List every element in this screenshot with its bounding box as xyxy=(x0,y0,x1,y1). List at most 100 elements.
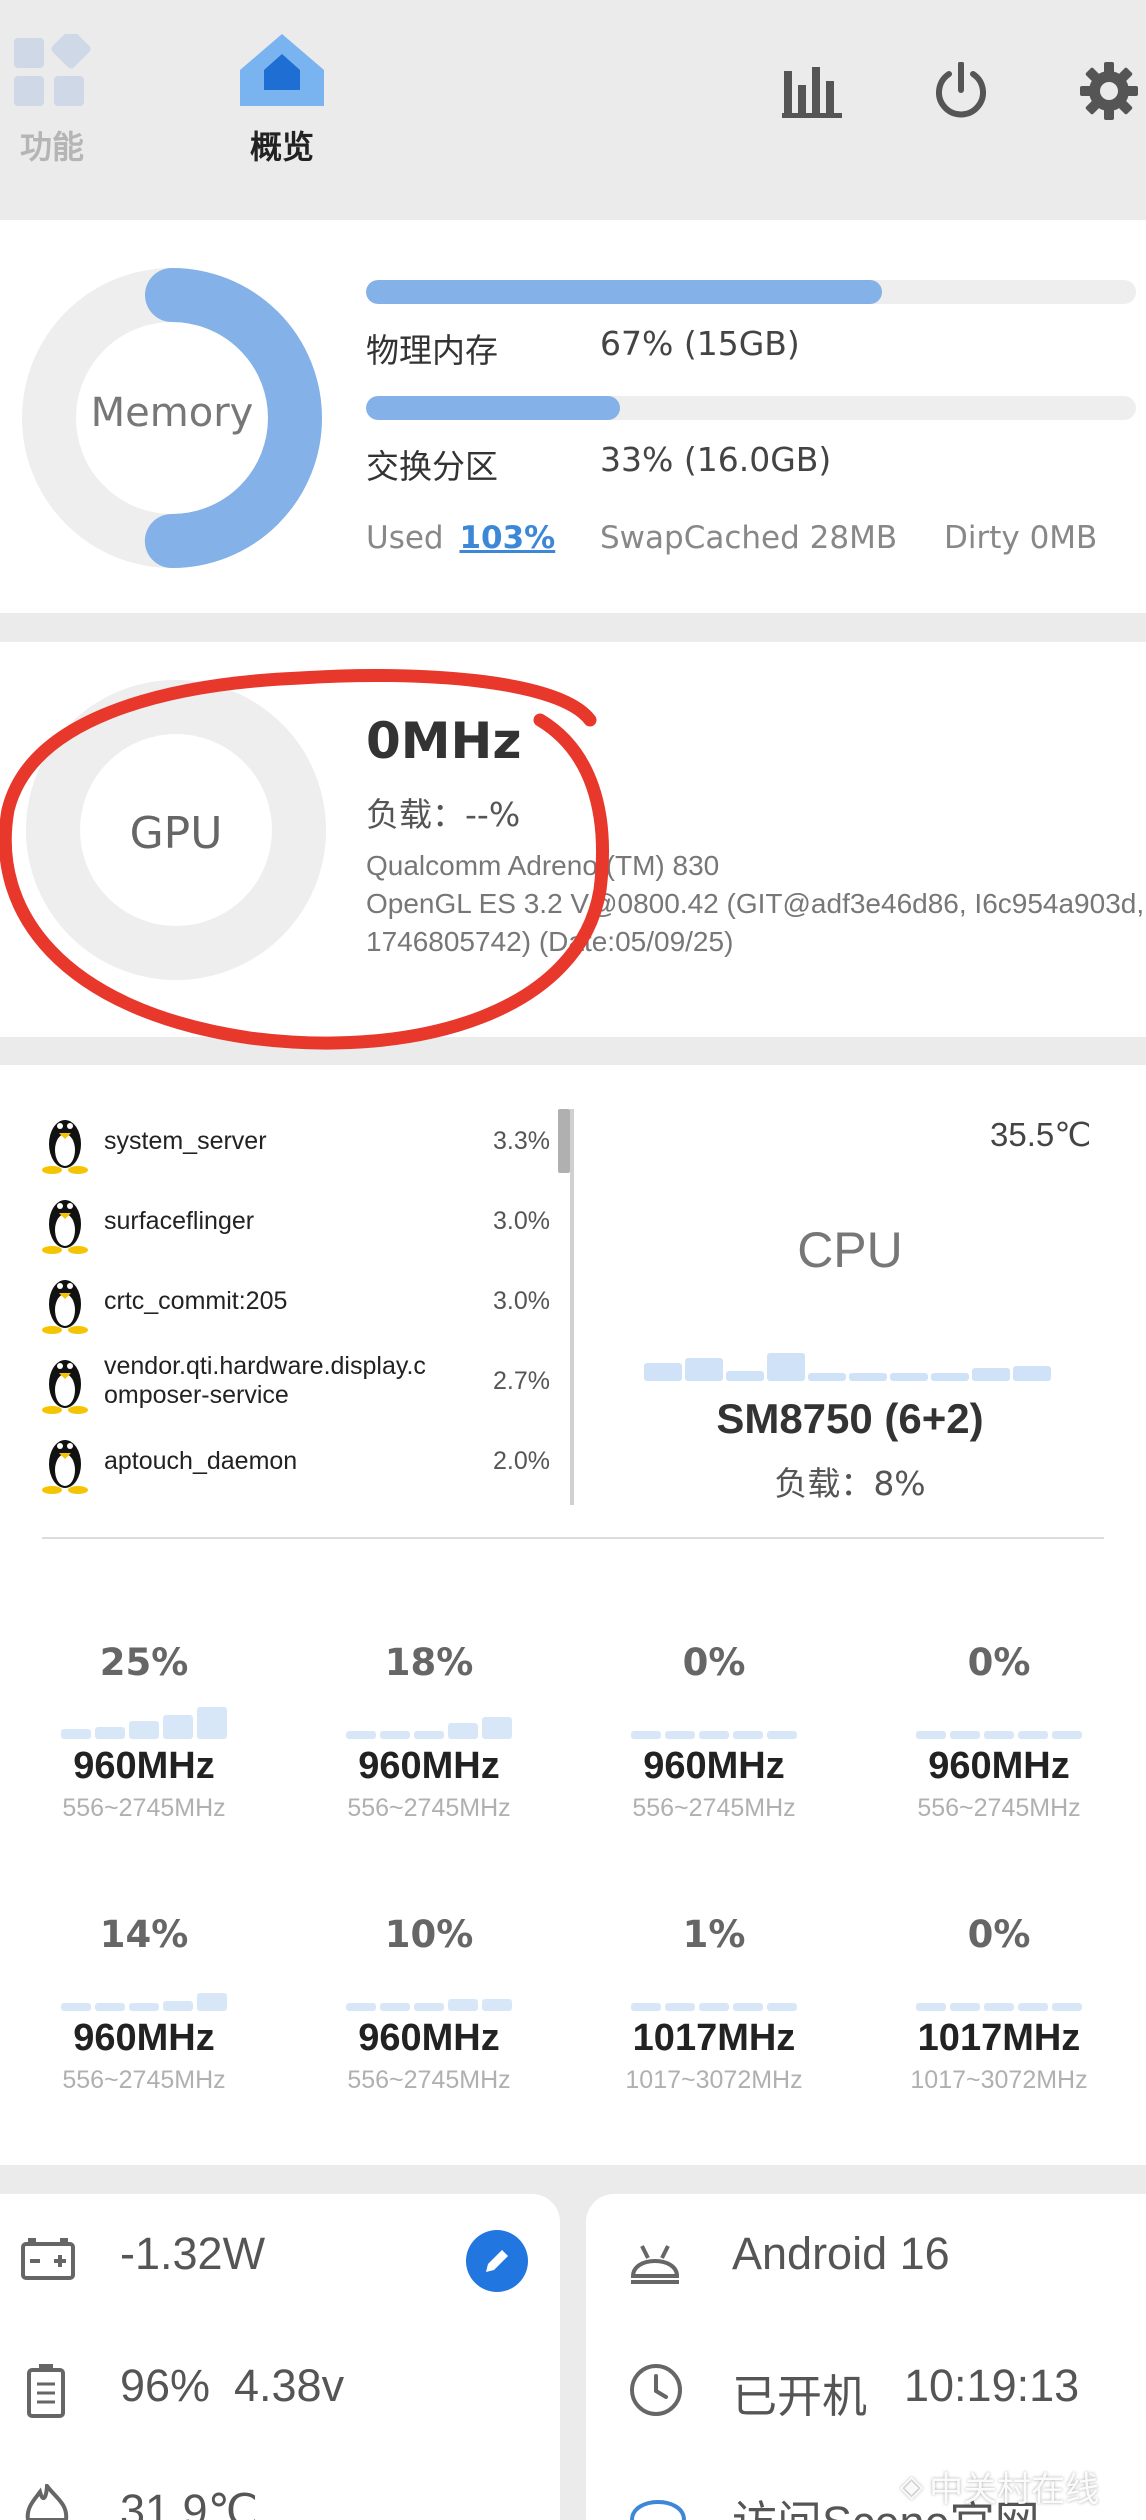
core-load-bars xyxy=(604,1967,824,2011)
edit-button[interactable] xyxy=(466,2230,528,2292)
used-value-link[interactable]: 103% xyxy=(459,520,555,556)
cpu-core: 0% 960MHz 556~2745MHz xyxy=(604,1641,824,1823)
core-load-bar xyxy=(346,1731,376,1739)
core-load-bar xyxy=(197,1707,227,1739)
battery-level: 96% xyxy=(120,2360,211,2411)
android-version: Android 16 xyxy=(732,2228,950,2279)
core-load-bar xyxy=(61,2003,91,2011)
core-load-bar xyxy=(767,1731,797,1739)
core-load-bar xyxy=(163,1715,193,1739)
core-frequency: 960MHz xyxy=(358,2017,500,2059)
core-frequency-range: 1017~3072MHz xyxy=(625,2066,803,2094)
core-load-bar xyxy=(1052,1731,1082,1739)
battery-card[interactable]: -1.32W 96% 4.38v 31.9℃ xyxy=(0,2194,560,2520)
cpu-history-bar xyxy=(685,1358,723,1381)
tab-functions[interactable]: 功能 xyxy=(0,30,110,170)
core-load-bar xyxy=(733,2003,763,2011)
pencil-icon xyxy=(486,2250,508,2272)
core-load-bar xyxy=(1018,1731,1048,1739)
divider xyxy=(42,1537,1104,1539)
memory-ring-label: Memory xyxy=(90,390,254,436)
linux-penguin-icon xyxy=(42,1280,88,1334)
core-load-bar xyxy=(665,2003,695,2011)
core-frequency: 1017MHz xyxy=(632,2017,796,2059)
core-load-bar xyxy=(95,2003,125,2011)
battery-voltage: 4.38v xyxy=(234,2360,345,2411)
process-scrollbar-thumb[interactable] xyxy=(558,1109,570,1173)
core-load-bar xyxy=(733,1731,763,1739)
core-load-bar xyxy=(665,1731,695,1739)
core-load-bars xyxy=(319,1695,539,1739)
core-usage: 25% xyxy=(99,1641,189,1684)
uptime-value: 10:19:13 xyxy=(904,2360,1080,2411)
core-load-bars xyxy=(34,1695,254,1739)
core-load-bars xyxy=(34,1967,254,2011)
swap-cached: SwapCached 28MB xyxy=(600,520,898,556)
power-icon xyxy=(936,62,986,118)
stats-button[interactable] xyxy=(777,56,847,126)
process-cpu-percent: 3.0% xyxy=(493,1286,550,1315)
watermark: ◈ 中关村在线 xyxy=(900,2462,1099,2511)
clock-icon xyxy=(630,2364,682,2416)
process-row[interactable]: crtc_commit:205 3.0% xyxy=(40,1261,550,1341)
settings-button[interactable] xyxy=(1074,56,1144,126)
core-load-bars xyxy=(604,1695,824,1739)
process-name: vendor.qti.hardware.display.c omposer-se… xyxy=(104,1352,426,1409)
core-load-bar xyxy=(482,1999,512,2011)
cpu-model: SM8750 (6+2) xyxy=(716,1395,984,1442)
cpu-core: 18% 960MHz 556~2745MHz xyxy=(319,1641,539,1823)
tab-functions-label: 功能 xyxy=(19,128,84,166)
core-frequency: 960MHz xyxy=(73,2017,215,2059)
annotation-circle xyxy=(0,668,609,1050)
process-row[interactable]: vendor.qti.hardware.display.c omposer-se… xyxy=(40,1341,550,1421)
memory-card[interactable]: Memory 物理内存 67% (15GB) 交换分区 33% (16.0GB)… xyxy=(0,220,1146,613)
core-load-bar xyxy=(163,2001,193,2011)
core-load-bar xyxy=(631,2003,661,2011)
process-row[interactable]: system_server 3.3% xyxy=(40,1101,550,1181)
tab-overview[interactable]: 概览 xyxy=(212,30,352,170)
core-load-bar xyxy=(984,2003,1014,2011)
core-frequency: 1017MHz xyxy=(917,2017,1081,2059)
swap-bar xyxy=(366,396,1136,420)
core-load-bar xyxy=(916,2003,946,2011)
core-frequency-range: 556~2745MHz xyxy=(347,2066,511,2094)
core-load-bar xyxy=(129,2003,159,2011)
core-load-bar xyxy=(950,1731,980,1739)
core-frequency-range: 1017~3072MHz xyxy=(910,2066,1088,2094)
dirty-memory: Dirty 0MB xyxy=(944,520,1098,556)
process-cpu-percent: 2.7% xyxy=(493,1366,550,1395)
core-load-bar xyxy=(631,1731,661,1739)
home-icon xyxy=(240,34,324,106)
core-frequency-range: 556~2745MHz xyxy=(62,2066,226,2094)
cpu-history-bar xyxy=(1013,1366,1051,1381)
process-name: crtc_commit:205 xyxy=(104,1286,288,1315)
cpu-load: 负载：8% xyxy=(774,1464,926,1503)
core-load-bar xyxy=(414,2003,444,2011)
core-frequency: 960MHz xyxy=(643,1745,785,1787)
process-cpu-percent: 3.3% xyxy=(493,1126,550,1155)
used-line: Used 103% xyxy=(366,520,555,556)
power-button[interactable] xyxy=(926,56,996,126)
core-load-bar xyxy=(95,1727,125,1739)
core-load-bar xyxy=(380,1731,410,1739)
process-row[interactable]: aptouch_daemon 2.0% xyxy=(40,1421,550,1501)
core-load-bar xyxy=(197,1993,227,2011)
cpu-label: CPU xyxy=(797,1222,903,1278)
process-row[interactable]: surfaceflinger 3.0% xyxy=(40,1181,550,1261)
process-name: system_server xyxy=(104,1126,267,1155)
cpu-core: 0% 1017MHz 1017~3072MHz xyxy=(889,1913,1109,2095)
cpu-card[interactable]: system_server 3.3% surfaceflinger 3.0% crtc_… xyxy=(0,1065,1146,2165)
core-usage: 1% xyxy=(682,1913,746,1956)
core-load-bar xyxy=(448,1999,478,2011)
core-load-bar xyxy=(950,2003,980,2011)
chat-icon xyxy=(630,2500,686,2520)
core-usage: 10% xyxy=(384,1913,474,1956)
battery-power: -1.32W xyxy=(120,2228,266,2279)
cpu-history-bar xyxy=(890,1373,928,1381)
cpu-history-bar xyxy=(849,1373,887,1381)
linux-penguin-icon xyxy=(42,1200,88,1254)
core-frequency-range: 556~2745MHz xyxy=(632,1794,796,1822)
physical-memory-value: 67% (15GB) xyxy=(600,324,800,363)
linux-penguin-icon xyxy=(42,1440,88,1494)
core-frequency: 960MHz xyxy=(73,1745,215,1787)
